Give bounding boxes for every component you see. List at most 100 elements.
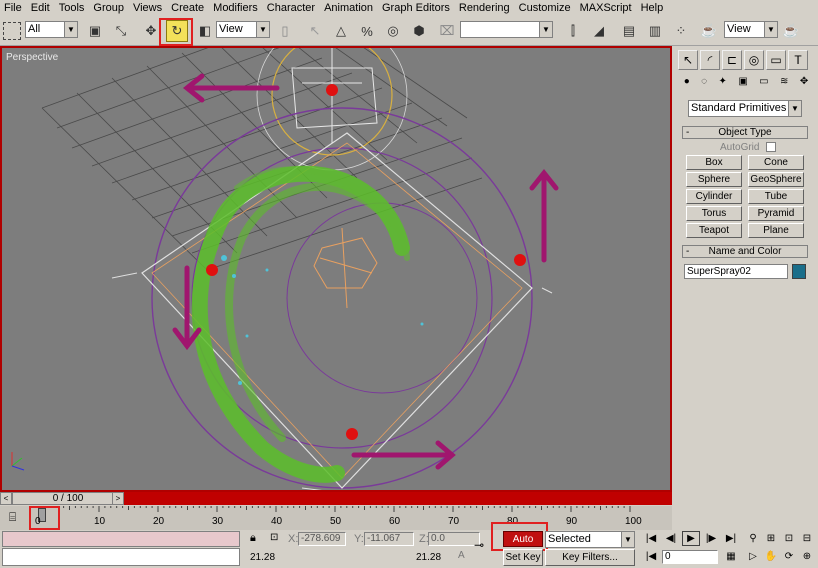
add-time-tag-icon[interactable]: A	[458, 550, 465, 561]
zoom-icon[interactable]: ⚲	[744, 531, 762, 546]
select-region-icon[interactable]	[3, 22, 21, 40]
material-editor-icon[interactable]: ⁘	[670, 20, 692, 42]
menu-item-views[interactable]: Views	[133, 2, 162, 14]
x-coordinate-field[interactable]: -278.609	[298, 532, 346, 546]
geosphere-button[interactable]: GeoSphere	[748, 172, 804, 187]
time-configuration-icon[interactable]: ▦	[722, 549, 740, 564]
helpers-icon[interactable]: ▭	[759, 76, 768, 94]
create-tab-icon[interactable]: ↖	[678, 50, 698, 70]
plane-button[interactable]: Plane	[748, 223, 804, 238]
spinner-snap-icon[interactable]: ◎	[382, 20, 404, 42]
time-slider[interactable]: < 0 / 100 >	[0, 492, 672, 505]
motion-tab-icon[interactable]: ◎	[744, 50, 764, 70]
zoom-all-icon[interactable]: ⊞	[762, 531, 780, 546]
menu-item-modifiers[interactable]: Modifiers	[213, 2, 258, 14]
menu-item-rendering[interactable]: Rendering	[459, 2, 510, 14]
reference-coordinate-dropdown[interactable]: View ▼	[216, 21, 270, 38]
curve-editor-icon[interactable]: ▥	[644, 20, 666, 42]
geometry-icon[interactable]: ●	[684, 76, 690, 94]
angle-snap-icon[interactable]: △	[330, 20, 352, 42]
named-selection-sets-dropdown[interactable]: ▼	[460, 21, 553, 38]
zoom-extents-icon[interactable]: ⊡	[780, 531, 798, 546]
menu-item-animation[interactable]: Animation	[324, 2, 373, 14]
prev-frame-icon[interactable]: <	[0, 492, 12, 505]
key-mode-toggle-icon[interactable]: |◀	[642, 549, 660, 564]
go-to-end-icon[interactable]: ▶|	[722, 531, 740, 546]
menu-item-edit[interactable]: Edit	[31, 2, 50, 14]
prompt-line[interactable]	[2, 548, 240, 566]
layer-manager-icon[interactable]: ▤	[618, 20, 640, 42]
select-object-icon[interactable]: ▣	[84, 20, 106, 42]
cylinder-button[interactable]: Cylinder	[686, 189, 742, 204]
maximize-viewport-icon[interactable]: ⊕	[798, 549, 816, 564]
y-coordinate-field[interactable]: -11.067	[364, 532, 414, 546]
maxscript-listener-mini[interactable]	[2, 531, 240, 547]
display-tab-icon[interactable]: ▭	[766, 50, 786, 70]
time-slider-knob[interactable]: 0 / 100	[12, 492, 124, 505]
teapot-button[interactable]: Teapot	[686, 223, 742, 238]
modify-tab-icon[interactable]: ◜	[700, 50, 720, 70]
lights-icon[interactable]: ✦	[719, 76, 727, 94]
menu-item-customize[interactable]: Customize	[519, 2, 571, 14]
menu-item-create[interactable]: Create	[171, 2, 204, 14]
pan-icon[interactable]: ✋	[762, 549, 780, 564]
percent-snap-icon[interactable]: %	[356, 20, 378, 42]
render-scene-icon[interactable]: ☕	[698, 20, 720, 42]
zoom-extents-all-icon[interactable]: ⊟	[798, 531, 816, 546]
next-frame-button-icon[interactable]: |▶	[702, 531, 720, 546]
systems-icon[interactable]: ✥	[800, 76, 808, 94]
menu-item-character[interactable]: Character	[267, 2, 315, 14]
edit-named-selection-icon[interactable]: ⌧	[436, 20, 458, 42]
category-dropdown[interactable]: Standard Primitives ▼	[688, 100, 802, 117]
scale-icon[interactable]: ◧	[194, 20, 216, 42]
previous-frame-icon[interactable]: ◀|	[662, 531, 680, 546]
key-filters-button[interactable]: Key Filters...	[545, 549, 635, 566]
cone-button[interactable]: Cone	[748, 155, 804, 170]
menu-item-graph-editors[interactable]: Graph Editors	[382, 2, 450, 14]
lock-selection-icon[interactable]: 🔒︎	[250, 532, 256, 545]
snap-toggle-icon[interactable]: ↖	[304, 20, 326, 42]
hierarchy-tab-icon[interactable]: ⊏	[722, 50, 742, 70]
object-color-swatch[interactable]	[792, 264, 806, 279]
mirror-icon[interactable]: ⫿	[562, 20, 584, 42]
utilities-tab-icon[interactable]: T	[788, 50, 808, 70]
named-selection-icon[interactable]: ⬢	[408, 20, 430, 42]
align-icon[interactable]: ◢	[588, 20, 610, 42]
key-mode-dropdown[interactable]: Selected ▼	[545, 531, 635, 548]
menu-item-file[interactable]: File	[4, 2, 22, 14]
sphere-button[interactable]: Sphere	[686, 172, 742, 187]
menu-item-group[interactable]: Group	[93, 2, 124, 14]
shapes-icon[interactable]: ◌	[701, 76, 707, 94]
select-by-name-icon[interactable]: ⤡	[110, 20, 132, 42]
arc-rotate-icon[interactable]: ⟳	[780, 549, 798, 564]
name-color-rollout[interactable]: - Name and Color	[682, 245, 808, 258]
torus-button[interactable]: Torus	[686, 206, 742, 221]
go-to-start-icon[interactable]: |◀	[642, 531, 660, 546]
curve-editor-mini-icon[interactable]: ⌸	[9, 510, 16, 525]
key-icon[interactable]: ⊸	[474, 538, 484, 552]
field-of-view-icon[interactable]: ▷	[744, 549, 762, 564]
pyramid-button[interactable]: Pyramid	[748, 206, 804, 221]
menu-item-maxscript[interactable]: MAXScript	[580, 2, 632, 14]
cameras-icon[interactable]: ▣	[738, 76, 747, 94]
set-key-button[interactable]: Set Key	[503, 549, 543, 566]
quick-render-icon[interactable]: ☕	[780, 20, 802, 42]
track-bar[interactable]: ⌸ 0 10 20 30 40 50 60 70 80 90 100	[0, 506, 672, 530]
play-icon[interactable]: ▶	[682, 531, 700, 546]
object-type-rollout[interactable]: - Object Type	[682, 126, 808, 139]
autogrid-checkbox[interactable]	[766, 142, 776, 152]
pivot-center-icon[interactable]: ▯	[274, 20, 296, 42]
current-frame-field[interactable]: 0	[662, 550, 718, 564]
absolute-mode-icon[interactable]: ⊡	[270, 532, 278, 543]
selection-filter-dropdown[interactable]: All ▼	[25, 21, 78, 38]
object-name-input[interactable]: SuperSpray02	[684, 264, 788, 279]
menu-item-tools[interactable]: Tools	[59, 2, 85, 14]
render-type-dropdown[interactable]: View ▼	[724, 21, 778, 38]
box-button[interactable]: Box	[686, 155, 742, 170]
space-warps-icon[interactable]: ≋	[780, 76, 788, 94]
perspective-viewport[interactable]: Perspective	[0, 46, 672, 492]
menu-item-help[interactable]: Help	[641, 2, 664, 14]
next-frame-icon[interactable]: >	[112, 492, 124, 505]
tube-button[interactable]: Tube	[748, 189, 804, 204]
z-coordinate-field[interactable]: 0.0	[428, 532, 480, 546]
